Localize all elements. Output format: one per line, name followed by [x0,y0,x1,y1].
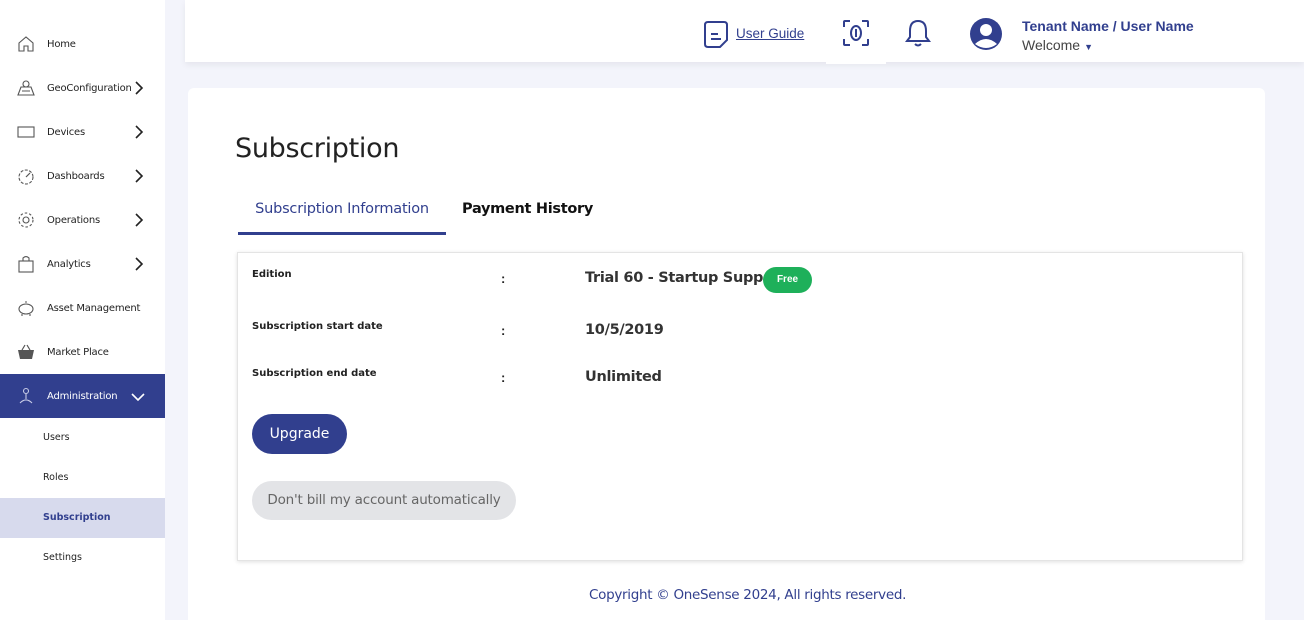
basket-icon [18,344,34,359]
chevron-right-icon [135,81,144,95]
bell-icon[interactable] [905,18,931,48]
end-date-label: Subscription end date [252,368,377,379]
sidebar-item-asset-management[interactable]: Asset Management [0,286,165,330]
user-guide-link[interactable]: User Guide [736,26,804,41]
no-auto-bill-button[interactable]: Don't bill my account automatically [252,481,516,520]
sidebar-item-market-place[interactable]: Market Place [0,330,165,374]
monitor-icon [17,126,35,138]
piggy-bank-icon [18,301,34,316]
chevron-down-icon [131,393,145,402]
admin-icon [19,387,33,404]
sidebar-subitem-settings[interactable]: Settings [0,538,165,578]
sidebar-item-label: Market Place [47,346,109,358]
document-icon[interactable] [703,20,729,48]
footer-copyright: Copyright © OneSense 2024, All rights re… [589,587,907,603]
upgrade-button[interactable]: Upgrade [252,414,347,454]
sidebar-item-label: Operations [47,214,100,226]
sidebar-item-dashboards[interactable]: Dashboards [0,154,165,198]
user-menu-toggle[interactable]: Welcome ▼ [1022,37,1093,53]
sidebar-item-label: Analytics [47,258,91,270]
start-date-value: 10/5/2019 [585,322,664,338]
sidebar-subitem-users[interactable]: Users [0,418,165,458]
sidebar: Home GeoConfiguration Devices Dashboards… [0,0,165,620]
sidebar-subitem-roles[interactable]: Roles [0,458,165,498]
sidebar-item-operations[interactable]: Operations [0,198,165,242]
chevron-right-icon [135,125,144,139]
sidebar-item-label: Asset Management [47,302,141,314]
sidebar-subitem-label: Users [43,432,70,443]
tab-payment-history[interactable]: Payment History [462,201,593,217]
chevron-right-icon [135,213,144,227]
sidebar-item-label: Home [47,38,76,50]
edition-label: Edition [252,269,292,280]
chevron-right-icon [135,257,144,271]
edition-value: Trial 60 - Startup Support [585,270,787,286]
sidebar-item-label: Administration [47,390,118,402]
gauge-icon [18,169,34,185]
edition-colon: : [501,271,506,286]
start-date-label: Subscription start date [252,321,383,332]
free-badge: Free [763,267,812,293]
sidebar-item-administration[interactable]: Administration [0,374,165,418]
tenant-user-name: Tenant Name / User Name [1022,18,1194,34]
sidebar-subitem-label: Roles [43,472,69,483]
sidebar-subitem-label: Subscription [43,512,111,523]
header-tab-highlight [826,48,886,64]
sidebar-item-label: Devices [47,126,86,138]
map-icon [17,80,35,96]
sidebar-item-home[interactable]: Home [0,22,165,66]
welcome-text: Welcome [1022,37,1081,53]
page-title: Subscription [235,133,400,164]
sidebar-subitem-subscription[interactable]: Subscription [0,498,165,538]
gear-icon [18,212,34,228]
fingerprint-icon[interactable] [842,19,870,47]
sidebar-item-geoconfiguration[interactable]: GeoConfiguration [0,66,165,110]
start-date-colon: : [501,323,506,338]
sidebar-item-label: GeoConfiguration [47,82,132,94]
home-icon [18,36,34,52]
end-date-value: Unlimited [585,369,662,385]
end-date-colon: : [501,370,506,385]
avatar-icon[interactable] [969,17,1003,51]
tab-subscription-information[interactable]: Subscription Information [238,201,446,235]
bag-icon [18,255,34,273]
chevron-down-icon: ▼ [1084,42,1094,52]
sidebar-item-devices[interactable]: Devices [0,110,165,154]
chevron-right-icon [135,169,144,183]
sidebar-item-label: Dashboards [47,170,105,182]
sidebar-item-analytics[interactable]: Analytics [0,242,165,286]
sidebar-subitem-label: Settings [43,552,82,563]
